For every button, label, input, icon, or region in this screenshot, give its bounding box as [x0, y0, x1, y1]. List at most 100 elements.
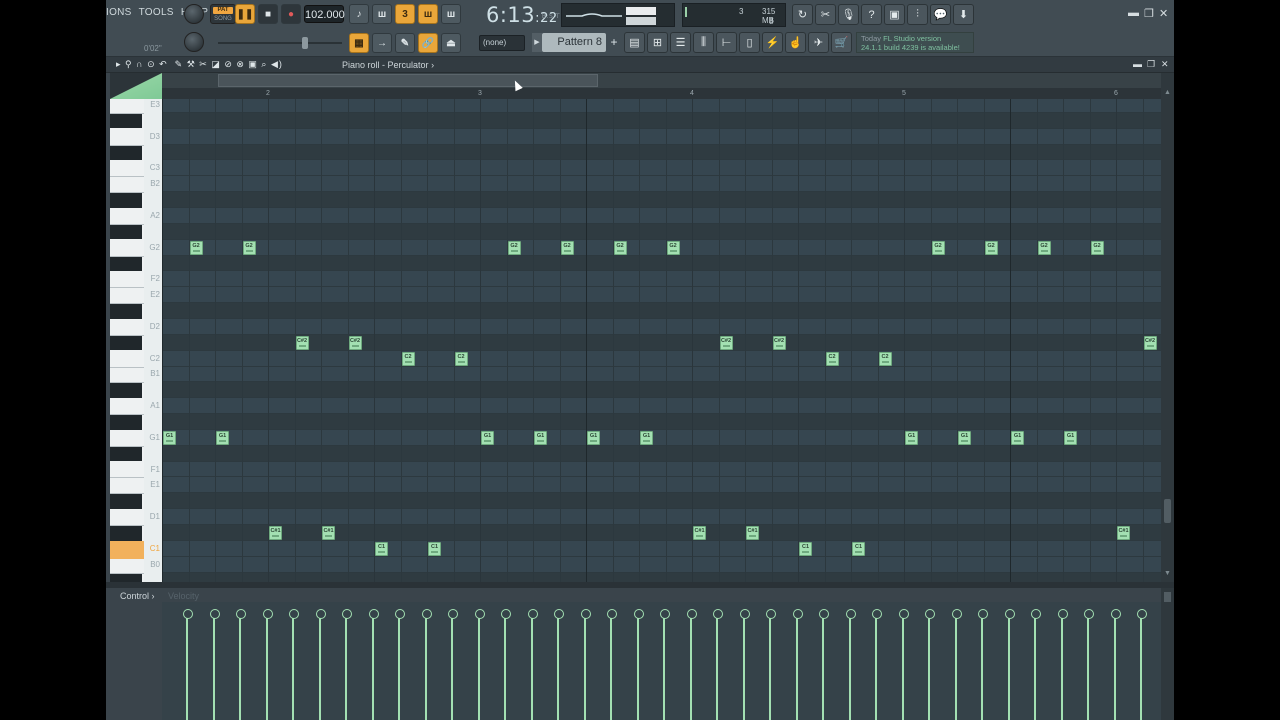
note[interactable]: G2 — [931, 240, 945, 255]
scroll-thumb[interactable] — [1164, 499, 1171, 523]
control-splitter[interactable] — [106, 582, 1174, 588]
wait-input-button[interactable]: ш — [372, 4, 392, 24]
black-key[interactable] — [110, 382, 142, 398]
vertical-scrollbar[interactable]: ▲ ▼ — [1161, 73, 1174, 582]
bar-ruler[interactable] — [162, 88, 1161, 99]
black-key[interactable] — [110, 192, 142, 208]
black-key[interactable] — [110, 573, 142, 582]
velocity-bar[interactable] — [527, 609, 538, 720]
black-key[interactable] — [110, 414, 142, 430]
snap-selector[interactable]: (none) — [479, 35, 525, 51]
velocity-bar[interactable] — [713, 609, 723, 720]
countdown-button[interactable]: 3 — [395, 4, 415, 24]
black-key[interactable] — [110, 446, 142, 462]
velocity-bar[interactable] — [183, 609, 193, 720]
touch-button[interactable]: ☝ — [785, 32, 806, 53]
black-key[interactable] — [110, 113, 142, 129]
note[interactable]: C#2 — [772, 335, 786, 350]
mixer-window-button[interactable]: ⫼ — [693, 32, 714, 53]
c1-key-highlight[interactable] — [110, 540, 144, 559]
control-label[interactable]: Control › — [120, 591, 155, 601]
plugin-button[interactable]: ⚡ — [762, 32, 783, 53]
velocity-bar[interactable] — [209, 609, 220, 720]
project-button[interactable]: ▯ — [739, 32, 760, 53]
record-audio-button[interactable]: 🎙 — [838, 4, 859, 25]
chat-button[interactable]: 💬 — [930, 4, 951, 25]
stamp-button[interactable]: ⏏ — [441, 33, 461, 53]
note[interactable]: C2 — [401, 351, 415, 366]
playlist-button[interactable]: ▤ — [624, 32, 645, 53]
velocity-bar[interactable] — [686, 609, 697, 720]
arrow-button[interactable]: → — [372, 33, 392, 53]
undo-history-button[interactable]: ↻ — [792, 4, 813, 25]
velocity-bar[interactable] — [554, 609, 564, 720]
velocity-bar[interactable] — [1137, 609, 1147, 720]
note[interactable]: C#1 — [746, 525, 759, 540]
control-scrollbar[interactable] — [1161, 588, 1174, 720]
timeline-ruler[interactable]: 2 3 4 5 6 — [162, 73, 1161, 99]
pr-maximize-button[interactable]: ❐ — [1147, 59, 1155, 70]
velocity-bar[interactable] — [1031, 609, 1041, 720]
scroll-down-arrow[interactable]: ▼ — [1164, 570, 1171, 577]
velocity-bar[interactable] — [978, 609, 988, 720]
velocity-bar[interactable] — [1110, 609, 1121, 720]
piano-roll-tool-button[interactable]: ▦ — [349, 33, 369, 53]
black-key[interactable] — [110, 145, 142, 161]
note[interactable]: G2 — [189, 240, 203, 255]
overview-selection[interactable] — [218, 74, 598, 87]
velocity-bar[interactable] — [925, 609, 935, 720]
note[interactable]: C1 — [428, 541, 441, 556]
velocity-bar[interactable] — [607, 609, 617, 720]
browser-button[interactable]: ⊢ — [716, 32, 737, 53]
note[interactable]: G1 — [640, 430, 653, 445]
note[interactable]: G2 — [1090, 240, 1104, 255]
play-button[interactable]: ❚❚ — [235, 4, 255, 24]
note[interactable]: G1 — [216, 430, 229, 445]
velocity-bar[interactable] — [633, 609, 644, 720]
metronome-button[interactable]: ♪ — [349, 4, 369, 24]
note[interactable]: C#2 — [1143, 335, 1157, 350]
update-hint-panel[interactable]: Today FL Studio version 24.1.1 build 423… — [856, 32, 974, 53]
pat-song-toggle[interactable]: PAT SONG — [210, 4, 236, 24]
master-pitch-knob[interactable] — [184, 32, 204, 52]
note[interactable]: G1 — [587, 430, 600, 445]
velocity-bar[interactable] — [1004, 609, 1015, 720]
velocity-bar[interactable] — [262, 609, 273, 720]
piano-keyboard[interactable] — [110, 99, 144, 582]
note[interactable]: G1 — [1011, 430, 1024, 445]
note[interactable]: G2 — [984, 240, 998, 255]
note[interactable]: G2 — [507, 240, 521, 255]
note[interactable]: G1 — [163, 430, 176, 445]
velocity-bar[interactable] — [660, 609, 670, 720]
velocity-bar[interactable] — [501, 609, 511, 720]
velocity-bar[interactable] — [898, 609, 909, 720]
note-grid[interactable]: G2 G2 G2 G2 G2 G2 G2 G2 G2 G2 C#2 C#2 C2 C2 C#2 C#2 C2 C2… — [162, 99, 1161, 582]
mixer-button[interactable]: ⫶ — [907, 4, 928, 25]
note[interactable]: C1 — [799, 541, 812, 556]
help-button[interactable]: ? — [861, 4, 882, 25]
menu-tools[interactable]: TOOLS — [139, 7, 174, 18]
black-key[interactable] — [110, 224, 142, 240]
velocity-bar[interactable] — [1084, 609, 1094, 720]
velocity-bar[interactable] — [421, 609, 432, 720]
close-button[interactable]: ✕ — [1159, 7, 1168, 20]
velocity-bar[interactable] — [315, 609, 326, 720]
piano-roll-button[interactable]: ⊞ — [647, 32, 668, 53]
pattern-overview[interactable] — [162, 73, 1161, 88]
velocity-bar[interactable] — [580, 609, 591, 720]
note[interactable]: C#1 — [322, 525, 335, 540]
master-pitch-slider[interactable] — [218, 37, 342, 49]
note[interactable]: G2 — [560, 240, 574, 255]
pr-close-button[interactable]: ✕ — [1161, 59, 1169, 70]
velocity-bar[interactable] — [395, 609, 405, 720]
velocity-bar[interactable] — [474, 609, 485, 720]
velocity-bar[interactable] — [872, 609, 882, 720]
cpu-memory-monitor[interactable]: 3 315 MB 8 — [682, 3, 786, 27]
note[interactable]: G1 — [481, 430, 494, 445]
note[interactable]: G2 — [1037, 240, 1051, 255]
velocity-lane[interactable] — [162, 602, 1161, 720]
velocity-bar[interactable] — [951, 609, 962, 720]
velocity-bar[interactable] — [289, 609, 299, 720]
velocity-bar[interactable] — [792, 609, 803, 720]
channel-rack-button[interactable]: ☰ — [670, 32, 691, 53]
